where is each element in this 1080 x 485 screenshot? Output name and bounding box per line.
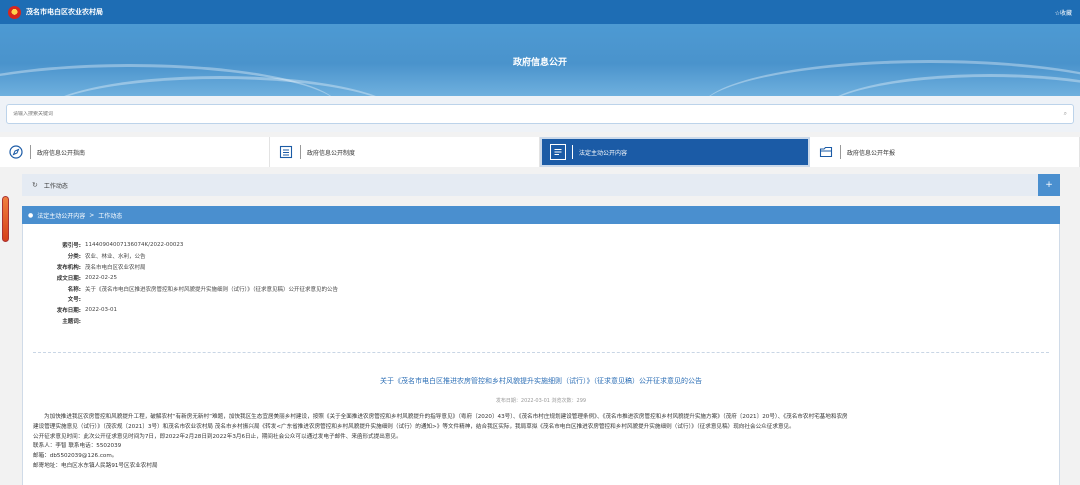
tab-annual-report[interactable]: 政府信息公开年报 (810, 137, 1080, 167)
info-label: 索引号: (62, 243, 81, 250)
article-paragraph: 为加快推进我区农房管控和风貌提升工程，破解农村“有新房无新村”难题，加快我区生态… (44, 414, 848, 420)
search-icon[interactable]: ⌕ (1064, 110, 1067, 118)
emblem-icon (8, 5, 21, 19)
article-paragraph: 公开征求意见时间：此次公开征求意见时间为7日，即2022年2月28日到2022年… (33, 433, 402, 440)
article-meta: 发布日期：2022-03-01 浏览次数：299 (495, 398, 587, 404)
section-bar[interactable]: ↻ 工作动态 + (22, 174, 1060, 196)
favorite-link[interactable]: ☆收藏 (1055, 8, 1072, 17)
article-paragraph: 建设管理实施意见（试行）》（茂农规〔2021〕3号）和茂名市农业农村局 茂名市乡… (33, 423, 795, 430)
nav-tabs: 政府信息公开指南 政府信息公开制度 法定主动公开内容 政府信息公开年报 (0, 137, 1080, 167)
info-row: 发布机构: 茂名市电白区农业农村局 (23, 262, 1059, 273)
article: 关于《茂名市电白区推进农房管控和乡村风貌提升实施细则（试行）》（征求意见稿）公开… (22, 355, 1060, 485)
article-paragraph: 邮箱：db5502039@126.com。 (33, 453, 118, 460)
info-row: 索引号: 11440904007136074K/2022-00023 (23, 240, 1059, 251)
article-paragraph: 联系人：李智 联系电话：5502039 (33, 443, 122, 450)
divider (33, 352, 1049, 353)
search-area: ⌕ (0, 96, 1080, 132)
info-label: 发布机构: (56, 264, 81, 271)
info-label: 名称: (67, 286, 81, 293)
tab-separator (572, 145, 573, 159)
info-value: 2022-02-25 (85, 274, 117, 281)
info-row: 文号: (23, 294, 1059, 305)
info-row: 名称: 关于《茂名市电白区推进农房管控和乡村风貌提升实施细则（试行）》（征求意见… (23, 283, 1059, 294)
site-title[interactable]: 茂名市电白区农业农村局 (26, 7, 103, 17)
tab-label: 政府信息公开指南 (37, 149, 86, 157)
scroll-handle[interactable] (2, 196, 9, 242)
info-label: 成文日期: (56, 275, 81, 282)
tab-disclosure-guide[interactable]: 政府信息公开指南 (0, 137, 270, 167)
info-value: 11440904007136074K/2022-00023 (85, 242, 184, 249)
breadcrumb: ● 法定主动公开内容 > 工作动态 (22, 206, 1060, 224)
article-body: 为加快推进我区农房管控和风貌提升工程，破解农村“有新房无新村”难题，加快我区生态… (33, 413, 1051, 472)
breadcrumb-link[interactable]: 法定主动公开内容 (37, 211, 85, 220)
breadcrumb-current: 工作动态 (98, 212, 123, 220)
tab-separator (840, 145, 841, 159)
refresh-icon: ↻ (32, 181, 38, 189)
info-row: 发布日期: 2022-03-01 (23, 305, 1059, 316)
breadcrumb-separator: > (89, 211, 95, 219)
info-value: 关于《茂名市电白区推进农房管控和乡村风貌提升实施细则（试行）》（征求意见稿）公开… (85, 286, 339, 293)
info-value: 2022-03-01 (85, 307, 117, 314)
banner-title: 政府信息公开 (512, 58, 567, 68)
search-box: ⌕ (6, 104, 1074, 124)
section-title: 工作动态 (43, 182, 68, 190)
info-label: 发布日期: (56, 308, 81, 315)
folder-icon (818, 144, 834, 160)
tab-disclosure-system[interactable]: 政府信息公开制度 (270, 137, 540, 167)
expand-button[interactable]: + (1038, 174, 1060, 196)
banner: 政府信息公开 (0, 24, 1080, 96)
info-row: 成文日期: 2022-02-25 (23, 272, 1059, 283)
info-label: 文号: (67, 297, 81, 304)
top-bar: 茂名市电白区农业农村局 ☆收藏 (0, 0, 1080, 24)
info-value: 农业、林业、水利，公告 (85, 254, 146, 261)
info-label: 主题词: (62, 318, 81, 325)
compass-icon (8, 144, 24, 160)
document-icon (550, 144, 566, 160)
tab-label: 政府信息公开制度 (307, 149, 356, 157)
article-title: 关于《茂名市电白区推进农房管控和乡村风貌提升实施细则（试行）》（征求意见稿）公开… (380, 377, 702, 385)
tab-label: 政府信息公开年报 (847, 149, 896, 157)
info-value: 茂名市电白区农业农村局 (85, 264, 146, 271)
info-row: 主题词: (23, 316, 1059, 327)
tab-label: 法定主动公开内容 (579, 149, 628, 157)
document-info-panel: 索引号: 11440904007136074K/2022-00023 分类: 农… (22, 224, 1060, 355)
article-paragraph: 邮寄地址：电白区水东镇人民路91号区农业农村局 (33, 462, 158, 469)
tab-statutory-content[interactable]: 法定主动公开内容 (540, 137, 810, 167)
info-row: 分类: 农业、林业、水利，公告 (23, 251, 1059, 262)
info-label: 分类: (67, 254, 81, 261)
search-input[interactable] (13, 111, 1064, 117)
location-pin-icon: ● (28, 211, 34, 219)
tab-separator (30, 145, 31, 159)
document-list-icon (278, 144, 294, 160)
tab-separator (300, 145, 301, 159)
